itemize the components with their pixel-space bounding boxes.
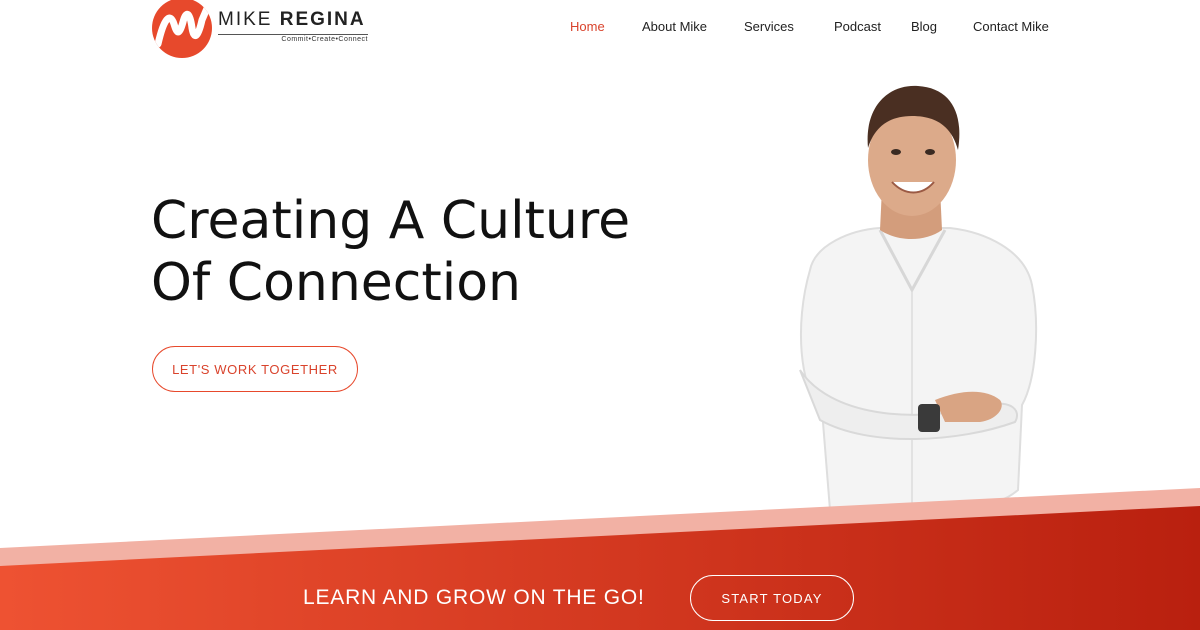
nav-item-home[interactable]: Home (570, 19, 605, 34)
person-portrait (760, 70, 1060, 530)
logo-mark-icon (152, 0, 212, 58)
site-logo[interactable]: MIKE REGINA Commit•Create•Connect (152, 0, 368, 60)
hero-headline-line-2: Of Connection (151, 253, 521, 313)
logo-tagline: Commit•Create•Connect (281, 36, 368, 43)
nav-item-about-mike[interactable]: About Mike (642, 19, 707, 34)
page: MIKE REGINA Commit•Create•Connect Home A… (0, 0, 1200, 630)
nav-item-podcast[interactable]: Podcast (834, 19, 881, 34)
logo-wordmark: MIKE REGINA Commit•Create•Connect (218, 9, 368, 43)
start-today-button[interactable]: START TODAY (690, 575, 854, 621)
hero-headline-line-1: Creating A Culture (151, 191, 631, 251)
logo-first-name: MIKE (218, 9, 273, 30)
banner-text: LEARN AND GROW ON THE GO! (303, 586, 645, 609)
hero-headline: Creating A Culture Of Connection (151, 190, 711, 314)
logo-last-name: REGINA (279, 9, 366, 30)
work-together-button[interactable]: LET'S WORK TOGETHER (152, 346, 358, 392)
logo-divider (218, 34, 368, 35)
nav-item-services[interactable]: Services (744, 19, 794, 34)
nav-item-blog[interactable]: Blog (911, 19, 937, 34)
nav-item-contact-mike[interactable]: Contact Mike (973, 19, 1049, 34)
